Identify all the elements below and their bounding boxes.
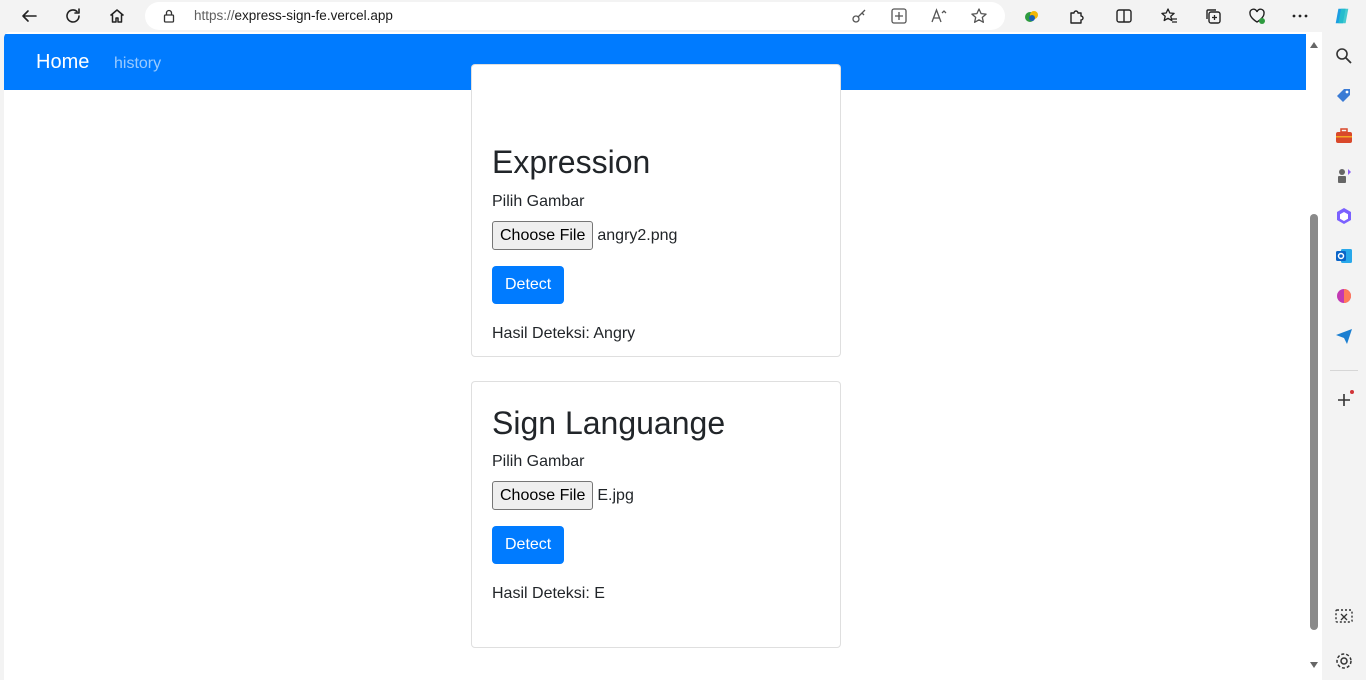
add-icon[interactable] (1334, 390, 1354, 410)
edge-sidebar (1322, 32, 1366, 680)
shopping-tag-icon[interactable] (1334, 86, 1354, 106)
detection-result: Hasil Deteksi: E (492, 585, 605, 602)
favorites-icon[interactable] (1156, 3, 1182, 29)
settings-gear-icon[interactable] (1334, 651, 1354, 671)
home-icon[interactable] (104, 3, 130, 29)
tools-briefcase-icon[interactable] (1334, 126, 1354, 146)
refresh-icon[interactable] (60, 3, 86, 29)
back-icon[interactable] (16, 3, 42, 29)
scroll-thumb[interactable] (1310, 214, 1318, 630)
read-aloud-icon[interactable] (930, 7, 948, 25)
extension-colorful-icon[interactable] (1019, 3, 1045, 29)
scroll-down-arrow-icon[interactable] (1310, 662, 1318, 668)
scroll-up-arrow-icon[interactable] (1310, 42, 1318, 48)
browser-essentials-icon[interactable] (1244, 3, 1270, 29)
app-available-icon[interactable] (890, 7, 908, 25)
games-chess-icon[interactable] (1334, 166, 1354, 186)
file-name: E.jpg (597, 486, 634, 504)
url-text[interactable]: https://express-sign-fe.vercel.app (194, 8, 393, 23)
sign-language-card: Sign Languange Pilih Gambar Choose File … (471, 381, 841, 648)
copilot-icon[interactable] (1329, 3, 1355, 29)
choose-file-button[interactable]: Choose File (492, 481, 594, 510)
input-label: Pilih Gambar (492, 453, 585, 470)
lock-icon[interactable] (161, 8, 177, 24)
choose-file-button[interactable]: Choose File (492, 221, 594, 250)
split-screen-icon[interactable] (1111, 3, 1137, 29)
file-name: angry2.png (597, 226, 678, 244)
extensions-puzzle-icon[interactable] (1063, 3, 1089, 29)
file-input[interactable]: Choose File E.jpg (492, 481, 634, 510)
browser-toolbar: https://express-sign-fe.vercel.app (0, 0, 1366, 32)
detect-button[interactable]: Detect (492, 266, 565, 304)
url-host: express-sign-fe.vercel.app (234, 8, 393, 23)
input-label: Pilih Gambar (492, 193, 585, 210)
address-bar[interactable]: https://express-sign-fe.vercel.app (145, 2, 1005, 30)
drop-send-icon[interactable] (1334, 326, 1354, 346)
search-icon[interactable] (1334, 46, 1354, 66)
detection-result: Hasil Deteksi: Angry (492, 325, 636, 342)
key-icon[interactable] (850, 7, 868, 25)
more-options-icon[interactable] (1287, 3, 1313, 29)
detect-button[interactable]: Detect (492, 526, 565, 564)
outlook-icon[interactable] (1334, 246, 1354, 266)
favorite-star-icon[interactable] (970, 7, 988, 25)
vertical-scrollbar[interactable] (1306, 32, 1322, 680)
file-input[interactable]: Choose File angry2.png (492, 221, 677, 250)
card-title: Expression (492, 144, 651, 180)
screenshot-capture-icon[interactable] (1334, 606, 1354, 626)
designer-icon[interactable] (1334, 286, 1354, 306)
collections-icon[interactable] (1200, 3, 1226, 29)
page-viewport: Home history Expression Pilih Gambar Cho… (4, 32, 1322, 680)
card-title: Sign Languange (492, 405, 726, 441)
nav-history-link[interactable]: history (114, 55, 161, 73)
sidebar-divider (1330, 370, 1358, 371)
url-scheme: https:// (194, 8, 235, 23)
microsoft-365-icon[interactable] (1334, 206, 1354, 226)
expression-card: Expression Pilih Gambar Choose File angr… (471, 64, 841, 357)
nav-home-link[interactable]: Home (36, 51, 89, 74)
